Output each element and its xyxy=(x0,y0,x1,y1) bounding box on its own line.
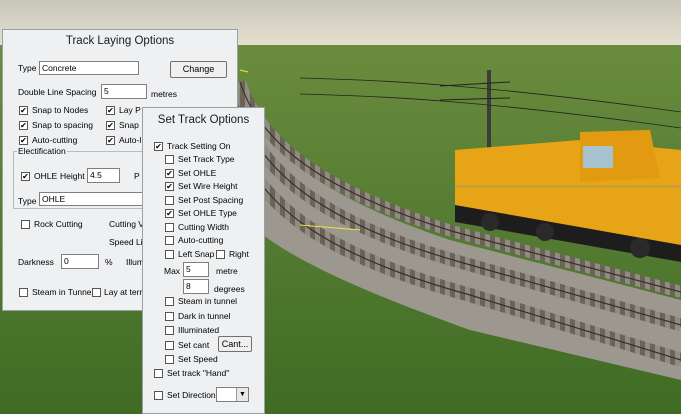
steam-in-tunnel-label: Steam in tunnel xyxy=(178,296,238,306)
set-direction-checkbox[interactable] xyxy=(154,391,163,400)
set-wire-height-label: Set Wire Height xyxy=(178,181,238,191)
percent-unit: % xyxy=(105,257,113,267)
auto-cutting-checkbox[interactable]: ✔ xyxy=(19,136,28,145)
type-label: Type xyxy=(18,63,37,73)
set-track-hand-checkbox[interactable] xyxy=(154,369,163,378)
set-ohle-checkbox[interactable]: ✔ xyxy=(165,169,174,178)
max-metre-field[interactable]: 5 xyxy=(183,262,209,277)
p-partial-label: P xyxy=(134,171,140,181)
lay-at-term-checkbox[interactable] xyxy=(92,288,101,297)
set-speed-label: Set Speed xyxy=(178,354,218,364)
dark-in-tunnel-label: Dark in tunnel xyxy=(178,311,231,321)
degrees-unit: degrees xyxy=(214,284,245,294)
snap-to-nodes-checkbox[interactable]: ✔ xyxy=(19,106,28,115)
rock-cutting-checkbox[interactable] xyxy=(21,220,30,229)
max-degrees-field[interactable]: 8 xyxy=(183,279,209,294)
illuminated-label: Illuminated xyxy=(178,325,220,335)
double-line-spacing-field[interactable]: 5 xyxy=(101,84,147,99)
chevron-down-icon[interactable]: ▼ xyxy=(236,388,248,401)
panel-title: Set Track Options xyxy=(157,114,250,126)
direction-select[interactable]: ▼ xyxy=(216,387,249,402)
set-cant-checkbox[interactable] xyxy=(165,341,174,350)
track-setting-on-label: Track Setting On xyxy=(167,141,231,151)
speed-partial-label: Speed Li xyxy=(109,237,143,247)
rock-cutting-label: Rock Cutting xyxy=(34,219,83,229)
set-cant-label: Set cant xyxy=(178,340,210,350)
right-snap-label: Right xyxy=(229,249,249,259)
cutting-partial-label: Cutting V xyxy=(109,219,144,229)
cant-button[interactable]: Cant... xyxy=(218,336,252,352)
metres-unit: metres xyxy=(151,89,177,99)
dark-in-tunnel-checkbox[interactable] xyxy=(165,312,174,321)
ohle-label: OHLE xyxy=(34,171,58,181)
steam-in-tunnel-checkbox[interactable] xyxy=(165,297,174,306)
panel-title: Track Laying Options xyxy=(65,35,175,47)
ohle-type-field[interactable]: OHLE xyxy=(39,192,143,206)
right-snap-checkbox[interactable] xyxy=(216,250,225,259)
lay-at-term-label: Lay at tern xyxy=(104,287,145,297)
ohle-height-field[interactable]: 4.5 xyxy=(87,168,120,183)
max-label: Max xyxy=(164,266,181,276)
set-post-spacing-label: Set Post Spacing xyxy=(178,195,244,205)
auto-partial-checkbox[interactable]: ✔ xyxy=(106,136,115,145)
steam-in-tunnel-checkbox[interactable] xyxy=(19,288,28,297)
set-track-hand-label: Set track "Hand" xyxy=(167,368,230,378)
ohle-type-label: Type xyxy=(18,196,37,206)
track-type-field[interactable]: Concrete xyxy=(39,61,139,75)
steam-in-tunnel-label: Steam in Tunnel xyxy=(32,287,94,297)
lay-partial-label: Lay P xyxy=(119,105,141,115)
height-label: Height xyxy=(60,171,85,181)
snap-to-nodes-label: Snap to Nodes xyxy=(32,105,89,115)
auto-partial-label: Auto-l xyxy=(119,135,142,145)
snap-partial-label: Snap xyxy=(119,120,139,130)
set-speed-checkbox[interactable] xyxy=(165,355,174,364)
set-ohle-type-label: Set OHLE Type xyxy=(178,208,237,218)
snap-to-spacing-label: Snap to spacing xyxy=(32,120,93,130)
double-line-spacing-label: Double Line Spacing xyxy=(18,87,97,97)
ohle-checkbox[interactable]: ✔ xyxy=(21,172,30,181)
snap-to-spacing-checkbox[interactable]: ✔ xyxy=(19,121,28,130)
metre-unit: metre xyxy=(216,266,238,276)
set-track-options-panel: Set Track Options ✔ Track Setting On Set… xyxy=(142,107,265,414)
set-ohle-label: Set OHLE xyxy=(178,168,217,178)
set-direction-label: Set Direction xyxy=(167,390,216,400)
darkness-field[interactable]: 0 xyxy=(61,254,99,269)
electrification-label: Electification xyxy=(17,146,67,157)
left-snap-label: Left Snap xyxy=(178,249,215,259)
auto-cutting-checkbox[interactable] xyxy=(165,236,174,245)
set-ohle-type-checkbox[interactable]: ✔ xyxy=(165,209,174,218)
change-button[interactable]: Change xyxy=(170,61,227,78)
darkness-label: Darkness xyxy=(18,257,54,267)
set-track-type-label: Set Track Type xyxy=(178,154,235,164)
lay-partial-checkbox[interactable]: ✔ xyxy=(106,106,115,115)
snap-partial-checkbox[interactable]: ✔ xyxy=(106,121,115,130)
auto-cutting-label: Auto-cutting xyxy=(178,235,224,245)
set-post-spacing-checkbox[interactable] xyxy=(165,196,174,205)
set-track-type-checkbox[interactable] xyxy=(165,155,174,164)
cutting-width-label: Cutting Width xyxy=(178,222,230,232)
left-snap-checkbox[interactable] xyxy=(165,250,174,259)
illuminated-checkbox[interactable] xyxy=(165,326,174,335)
set-wire-height-checkbox[interactable]: ✔ xyxy=(165,182,174,191)
cutting-width-checkbox[interactable] xyxy=(165,223,174,232)
track-setting-on-checkbox[interactable]: ✔ xyxy=(154,142,163,151)
auto-cutting-label: Auto-cutting xyxy=(32,135,78,145)
